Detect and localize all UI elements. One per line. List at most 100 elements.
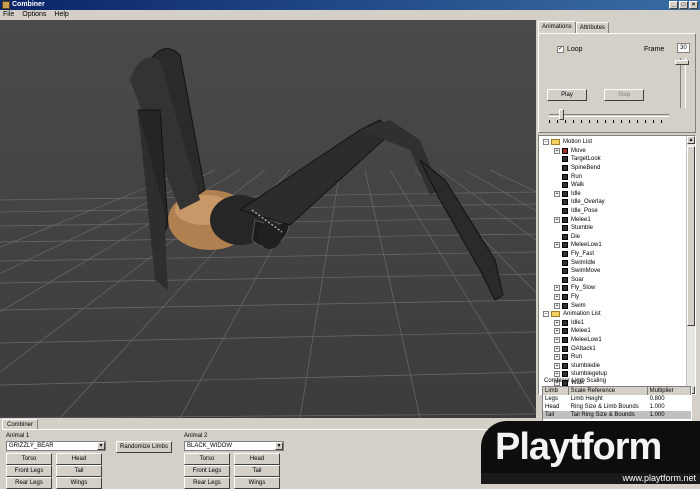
animal2-head-button[interactable]: Head <box>234 453 280 465</box>
animation-clip-icon <box>562 328 568 335</box>
expand-toggle-icon[interactable]: + <box>554 285 560 292</box>
tree-item[interactable]: + MeleeLow1 <box>554 336 602 345</box>
expand-toggle-icon[interactable]: + <box>554 294 560 301</box>
tree-item[interactable]: Idle_Pose <box>554 207 598 216</box>
tree-item[interactable]: Die <box>554 233 580 242</box>
tree-item[interactable]: + Fly <box>554 293 579 302</box>
tree-item[interactable]: Soar <box>554 276 584 285</box>
tree-item[interactable]: + stumbledie <box>554 362 600 371</box>
timeline-slider-thumb[interactable] <box>559 109 564 120</box>
stop-button[interactable]: Stop <box>604 89 644 101</box>
table-row[interactable]: Tail Tail Ring Size & Bounds 1.000 <box>543 411 691 419</box>
tree-item[interactable]: + Swim <box>554 301 586 310</box>
animal2-torso-button[interactable]: Torso <box>184 453 230 465</box>
animal2-select[interactable]: BLACK_WIDOW ▼ <box>184 441 284 451</box>
animal2-tail-button[interactable]: Tail <box>234 465 280 477</box>
animal1-rear-legs-button[interactable]: Rear Legs <box>6 477 52 489</box>
minimize-button[interactable]: _ <box>669 1 678 9</box>
tree-item[interactable]: Stumble <box>554 224 593 233</box>
frame-vertical-slider[interactable] <box>680 58 686 108</box>
tree-item-label: Move <box>571 147 586 154</box>
play-button[interactable]: Play <box>547 89 587 101</box>
menu-file[interactable]: File <box>3 10 14 20</box>
expand-toggle-icon[interactable]: + <box>554 242 560 249</box>
animation-clip-icon <box>562 302 568 309</box>
menu-help[interactable]: Help <box>54 10 68 20</box>
animal1-front-legs-button[interactable]: Front Legs <box>6 465 52 477</box>
tree-item-label: Animation List <box>563 311 601 318</box>
tree-item[interactable]: SwimIdle <box>554 258 595 267</box>
animal1-select[interactable]: GRIZZLY_BEAR ▼ <box>6 441 106 451</box>
tab-strip: Animations Attributes <box>538 21 610 33</box>
tab-combiner[interactable]: Combiner <box>2 419 39 429</box>
expand-toggle-icon[interactable]: + <box>554 362 560 369</box>
chevron-down-icon[interactable]: ▼ <box>275 442 283 450</box>
animal1-wings-button[interactable]: Wings <box>56 477 102 489</box>
chevron-down-icon[interactable]: ▼ <box>97 442 105 450</box>
table-row[interactable]: Legs Limb Height 0.800 <box>543 395 691 403</box>
animation-clip-icon <box>562 216 568 223</box>
expand-toggle-icon[interactable]: + <box>554 190 560 197</box>
frame-slider-thumb[interactable] <box>675 60 689 65</box>
animal2-rear-legs-button[interactable]: Rear Legs <box>184 477 230 489</box>
expand-toggle-icon[interactable]: + <box>554 328 560 335</box>
tree-item[interactable]: TargetLook <box>554 155 601 164</box>
expand-toggle-icon[interactable]: − <box>543 139 549 146</box>
expand-toggle-icon[interactable]: − <box>543 311 549 318</box>
animal2-label: Animal 2 <box>184 433 208 439</box>
tree-folder[interactable]: − Animation List <box>543 310 601 319</box>
tree-scroll-thumb[interactable] <box>687 146 695 326</box>
col-header-multiplier[interactable]: Multiplier <box>648 387 691 395</box>
scroll-up-arrow[interactable]: ▲ <box>687 136 695 144</box>
tree-item[interactable]: Fly_Fast <box>554 250 594 259</box>
tree-item[interactable]: + Fly_Slow <box>554 284 595 293</box>
tree-item[interactable]: + OAttack1 <box>554 344 596 353</box>
expand-toggle-icon[interactable]: + <box>554 345 560 352</box>
tree-item[interactable]: + Melee1 <box>554 215 591 224</box>
tree-item[interactable]: Idle_Overlay <box>554 198 605 207</box>
animal2-wings-button[interactable]: Wings <box>234 477 280 489</box>
tab-attributes[interactable]: Attributes <box>575 22 610 33</box>
loop-checkbox[interactable]: ✓ Loop <box>557 46 583 53</box>
expand-toggle-icon[interactable]: + <box>554 319 560 326</box>
tree-item[interactable]: Run <box>554 172 582 181</box>
tree-item[interactable]: SpineBend <box>554 164 600 173</box>
expand-toggle-icon[interactable]: + <box>554 337 560 344</box>
animation-tree[interactable]: ▲ ▼ −Motion List+MoveTargetLookSpineBend… <box>538 135 696 395</box>
animation-clip-icon <box>562 190 568 197</box>
tree-folder[interactable]: − Motion List <box>543 138 592 147</box>
close-button[interactable]: × <box>689 1 698 9</box>
tree-item[interactable]: + MeleeLow1 <box>554 241 602 250</box>
tree-item[interactable]: Walk <box>554 181 584 190</box>
table-row[interactable]: Head Ring Size & Limb Bounds 1.000 <box>543 403 691 411</box>
tree-item[interactable]: + Run <box>554 353 582 362</box>
animation-clip-icon <box>562 285 568 292</box>
loop-checkbox-box[interactable]: ✓ <box>557 46 564 53</box>
tree-item[interactable]: + Idle1 <box>554 319 584 328</box>
tree-item[interactable]: + Idle <box>554 190 581 199</box>
maximize-button[interactable]: □ <box>679 1 688 9</box>
animal2-front-legs-button[interactable]: Front Legs <box>184 465 230 477</box>
tree-item[interactable]: + Move <box>554 147 586 156</box>
randomize-limbs-button[interactable]: Randomize Limbs <box>116 441 172 453</box>
animation-clip-icon <box>562 345 568 352</box>
animal1-tail-button[interactable]: Tail <box>56 465 102 477</box>
frame-input[interactable]: 30 <box>677 43 690 53</box>
tree-item[interactable]: + Melee1 <box>554 327 591 336</box>
col-header-limb[interactable]: Limb <box>543 387 569 395</box>
tree-item-label: SwimMove <box>571 268 601 275</box>
tree-item[interactable]: SwimMove <box>554 267 600 276</box>
expand-toggle-icon[interactable]: + <box>554 354 560 361</box>
expand-toggle-icon[interactable]: + <box>554 147 560 154</box>
3d-viewport[interactable] <box>0 20 536 418</box>
tree-scrollbar[interactable]: ▲ ▼ <box>686 136 695 394</box>
expand-toggle-icon[interactable]: + <box>554 302 560 309</box>
animal1-torso-button[interactable]: Torso <box>6 453 52 465</box>
expand-toggle-icon[interactable]: + <box>554 216 560 223</box>
timeline-slider[interactable] <box>549 114 669 117</box>
tab-animations[interactable]: Animations <box>538 21 576 33</box>
animation-clip-icon <box>562 259 568 266</box>
animal1-head-button[interactable]: Head <box>56 453 102 465</box>
col-header-scale-reference[interactable]: Scale Reference <box>569 387 648 395</box>
menu-options[interactable]: Options <box>22 10 46 20</box>
